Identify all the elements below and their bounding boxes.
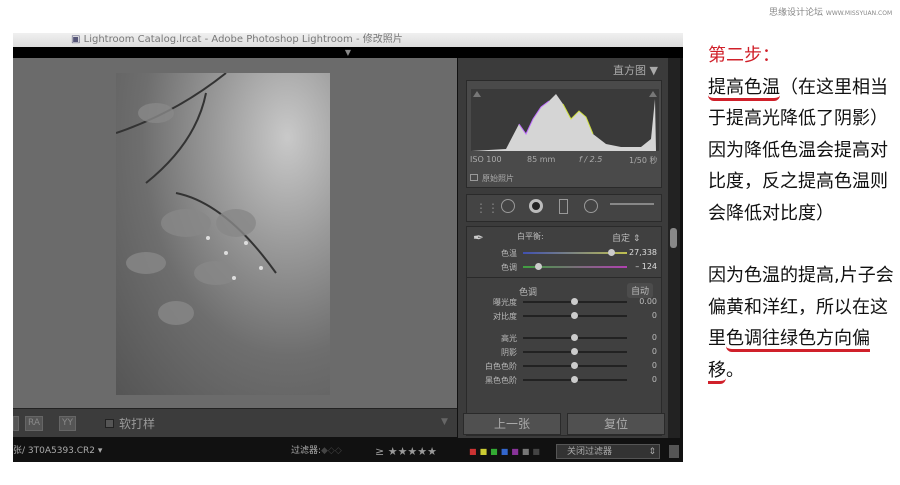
temp-label: 色温 bbox=[501, 249, 517, 258]
filename[interactable]: 张/ 3T0A5393.CR2 ▾ bbox=[13, 441, 102, 462]
slider-thumb[interactable] bbox=[535, 263, 542, 270]
slider-thumb[interactable] bbox=[608, 249, 615, 256]
before-after-swap-button[interactable]: YY bbox=[59, 416, 76, 431]
spot-removal-icon[interactable] bbox=[501, 199, 515, 213]
tint-slider[interactable] bbox=[523, 263, 627, 270]
red-eye-icon[interactable] bbox=[529, 199, 543, 213]
slider-thumb[interactable] bbox=[571, 376, 578, 383]
watermark-url: WWW.MISSYUAN.COM bbox=[825, 10, 893, 17]
lightroom-window: ▣ Lightroom Catalog.lrcat - Adobe Photos… bbox=[13, 33, 683, 462]
radial-filter-icon[interactable] bbox=[584, 199, 598, 213]
photo-canvas[interactable] bbox=[13, 58, 457, 408]
iso-value: ISO 100 bbox=[470, 155, 502, 164]
triangle-down-icon: ▼ bbox=[344, 48, 352, 57]
tool-strip: ⋮⋮ bbox=[466, 194, 662, 222]
right-panel: 直方图 ▼ ISO 100 85 mm f / 2.5 1/50 秒 原始照片 … bbox=[458, 58, 668, 438]
auto-tone-button[interactable]: 自动 bbox=[627, 283, 654, 298]
slider-label: 对比度 bbox=[493, 312, 517, 321]
basic-panel: ✒ 白平衡: 自定 ⇕ 色温 27,338 色调 – 124 色调 自动 曝光度… bbox=[466, 226, 662, 436]
filmstrip-bar: 张/ 3T0A5393.CR2 ▾ 过滤器: ◆◇◇ ≥ ★★★★★ ■■■■■… bbox=[13, 441, 683, 462]
slider-value[interactable]: 0.00 bbox=[617, 297, 657, 306]
slider-value[interactable]: 0 bbox=[617, 375, 657, 384]
histogram: ISO 100 85 mm f / 2.5 1/50 秒 原始照片 bbox=[466, 80, 662, 188]
slider-thumb[interactable] bbox=[571, 312, 578, 319]
slider-value[interactable]: 0 bbox=[617, 333, 657, 342]
histogram-title: 直方图 bbox=[613, 64, 647, 77]
adjustment-brush-slider[interactable] bbox=[610, 203, 654, 205]
toolbar-menu-icon[interactable]: ▼ bbox=[441, 417, 448, 427]
tint-label: 色调 bbox=[501, 263, 517, 272]
temp-value[interactable]: 27,338 bbox=[617, 248, 657, 257]
highlight-raise-temp: 提高色温 bbox=[708, 76, 780, 101]
slider-thumb[interactable] bbox=[571, 334, 578, 341]
tone-slider[interactable] bbox=[523, 334, 627, 341]
soft-proof-checkbox[interactable] bbox=[105, 419, 114, 428]
slider-label: 高光 bbox=[501, 334, 517, 343]
toolbar: RA YY 软打样 ▼ bbox=[13, 408, 457, 437]
crop-icon[interactable]: ⋮⋮ bbox=[475, 201, 499, 215]
rating-filter[interactable]: ≥ ★★★★★ bbox=[375, 441, 437, 462]
tone-slider[interactable] bbox=[523, 312, 627, 319]
triangle-down-icon: ▼ bbox=[649, 64, 658, 77]
previous-button[interactable]: 上一张 bbox=[463, 413, 561, 435]
aperture: f / 2.5 bbox=[579, 155, 603, 164]
slider-label: 白色色阶 bbox=[485, 362, 517, 371]
branch-leaves-image bbox=[115, 72, 277, 325]
slider-label: 曝光度 bbox=[493, 298, 517, 307]
tone-slider[interactable] bbox=[523, 298, 627, 305]
filter-label: 过滤器: bbox=[291, 446, 322, 456]
eyedropper-icon[interactable]: ✒ bbox=[473, 231, 484, 246]
tone-slider[interactable] bbox=[523, 348, 627, 355]
top-panel-toggle[interactable]: ▼ bbox=[13, 47, 683, 58]
tone-slider[interactable] bbox=[523, 362, 627, 369]
lock-icon[interactable] bbox=[669, 445, 679, 458]
focal-length: 85 mm bbox=[527, 155, 556, 164]
temp-slider[interactable] bbox=[523, 249, 627, 256]
window-title: Lightroom Catalog.lrcat - Adobe Photosho… bbox=[83, 34, 403, 45]
slider-value[interactable]: 0 bbox=[617, 311, 657, 320]
tone-slider[interactable] bbox=[523, 376, 627, 383]
watermark-cn: 思缘设计论坛 bbox=[769, 8, 824, 18]
filter-preset-select[interactable]: 关闭过滤器 ⇕ bbox=[556, 444, 660, 459]
title-bar: ▣ Lightroom Catalog.lrcat - Adobe Photos… bbox=[13, 33, 683, 47]
view-mode-button[interactable] bbox=[13, 416, 19, 431]
tint-value[interactable]: – 124 bbox=[617, 262, 657, 271]
slider-label: 黑色色阶 bbox=[485, 376, 517, 385]
color-label-filter[interactable]: ■■■■■■■ bbox=[469, 441, 543, 462]
slider-thumb[interactable] bbox=[571, 362, 578, 369]
white-balance-label: 白平衡: bbox=[517, 232, 544, 241]
reset-button[interactable]: 复位 bbox=[567, 413, 665, 435]
soft-proof-label: 软打样 bbox=[119, 417, 156, 431]
step-heading: 第二步： bbox=[708, 45, 780, 66]
slider-label: 阴影 bbox=[501, 348, 517, 357]
histogram-header[interactable]: 直方图 ▼ bbox=[613, 62, 658, 78]
annotation-text: 第二步： 提高色温（在这里相当于提高光降低了阴影）因为降低色温会提高对比度，反之… bbox=[708, 40, 898, 386]
slider-value[interactable]: 0 bbox=[617, 347, 657, 356]
slider-thumb[interactable] bbox=[571, 298, 578, 305]
document-icon: ▣ bbox=[71, 34, 84, 45]
histogram-graph bbox=[471, 89, 659, 151]
original-photo-checkbox[interactable] bbox=[470, 174, 478, 181]
right-panel-scrollbar[interactable] bbox=[668, 58, 680, 438]
white-balance-select[interactable]: 自定 ⇕ bbox=[612, 231, 640, 244]
tone-header: 色调 bbox=[519, 288, 538, 298]
flag-filter-icons[interactable]: ◆◇◇ bbox=[321, 441, 342, 462]
shutter-speed: 1/50 秒 bbox=[629, 156, 658, 165]
graduated-filter-icon[interactable] bbox=[559, 199, 568, 214]
before-after-button[interactable]: RA bbox=[25, 416, 44, 431]
original-photo-label: 原始照片 bbox=[482, 174, 514, 183]
watermark: 思缘设计论坛 WWW.MISSYUAN.COM bbox=[769, 5, 892, 18]
photo-preview bbox=[115, 72, 330, 395]
slider-value[interactable]: 0 bbox=[617, 361, 657, 370]
slider-thumb[interactable] bbox=[571, 348, 578, 355]
